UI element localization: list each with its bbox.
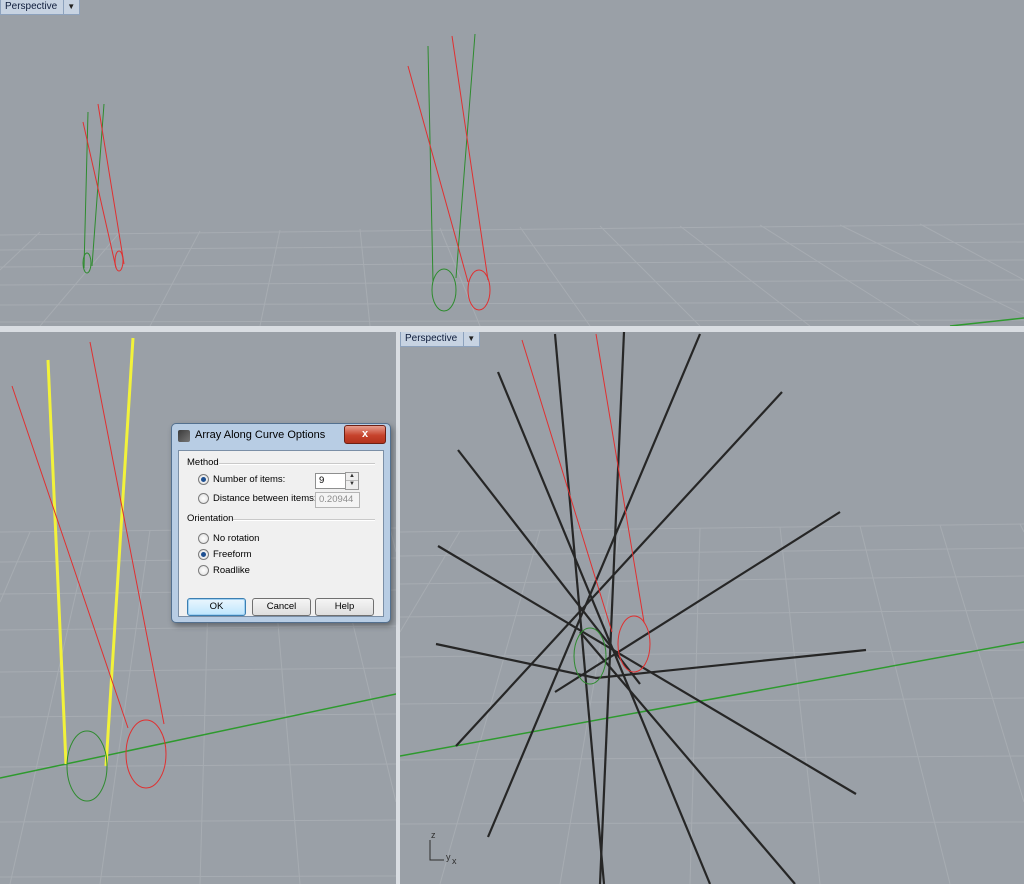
roadlike-label: Roadlike: [213, 565, 250, 576]
close-icon[interactable]: x: [344, 425, 386, 444]
freeform-label: Freeform: [213, 549, 252, 560]
viewport-tab-label: Perspective: [405, 333, 458, 344]
selected-curve-pair: [46, 337, 135, 767]
number-of-items-label: Number of items:: [213, 474, 286, 485]
viewport-tab-top[interactable]: Perspective ▼: [0, 0, 81, 15]
divider: [219, 463, 375, 465]
distance-between-items-label: Distance between items:: [213, 493, 317, 504]
radio-button[interactable]: [198, 474, 209, 485]
source-circles: [11, 341, 167, 802]
dialog-titlebar[interactable]: Array Along Curve Options x: [172, 424, 390, 448]
ok-button[interactable]: OK: [187, 598, 246, 616]
radio-distance-between-items[interactable]: Distance between items:: [198, 493, 317, 504]
orientation-heading: Orientation: [187, 513, 234, 524]
viewport-tab-label: Perspective: [5, 1, 58, 12]
distance-between-items-input[interactable]: 0.20944: [315, 492, 360, 508]
axis-label-x: x: [452, 856, 457, 866]
number-of-items-stepper[interactable]: ▲ ▼: [345, 472, 359, 490]
radio-roadlike[interactable]: Roadlike: [198, 565, 250, 576]
radio-button[interactable]: [198, 493, 209, 504]
source-circles: [521, 333, 651, 685]
array-curves: [435, 332, 867, 884]
curves-left-pair: [82, 103, 125, 274]
viewport-top-perspective[interactable]: Perspective ▼: [0, 0, 1024, 326]
caret-down-icon[interactable]: ▼: [63, 0, 75, 14]
array-along-curve-dialog: Array Along Curve Options x Method Numbe…: [171, 423, 391, 623]
dialog-body: Method Number of items: 9 ▲ ▼ Distance b…: [178, 450, 384, 617]
axis-label-y: y: [446, 852, 451, 862]
method-heading: Method: [187, 457, 219, 468]
y-axis-line: [949, 317, 1024, 326]
viewport-bottom-right-scene: [400, 332, 1024, 884]
divider: [233, 519, 375, 521]
help-button[interactable]: Help: [315, 598, 374, 616]
curves-center-pair: [407, 33, 491, 312]
radio-freeform[interactable]: Freeform: [198, 549, 252, 560]
radio-button[interactable]: [198, 565, 209, 576]
rhino-icon: [178, 430, 190, 442]
stepper-down-icon[interactable]: ▼: [346, 480, 358, 488]
viewport-bottom-right-perspective[interactable]: Perspective ▼ z y x: [400, 332, 1024, 884]
no-rotation-label: No rotation: [213, 533, 260, 544]
caret-down-icon[interactable]: ▼: [463, 332, 475, 346]
viewport-top-scene: [0, 33, 1024, 326]
ground-grid: [0, 223, 1024, 326]
axis-indicator: [429, 840, 444, 861]
radio-no-rotation[interactable]: No rotation: [198, 533, 259, 544]
radio-number-of-items[interactable]: Number of items:: [198, 474, 285, 485]
stepper-up-icon[interactable]: ▲: [346, 473, 358, 480]
viewport-tab-bottom-right[interactable]: Perspective ▼: [400, 332, 481, 347]
dialog-title: Array Along Curve Options: [195, 429, 326, 441]
radio-button[interactable]: [198, 549, 209, 560]
radio-button[interactable]: [198, 533, 209, 544]
axis-label-z: z: [431, 830, 436, 840]
cancel-button[interactable]: Cancel: [252, 598, 311, 616]
